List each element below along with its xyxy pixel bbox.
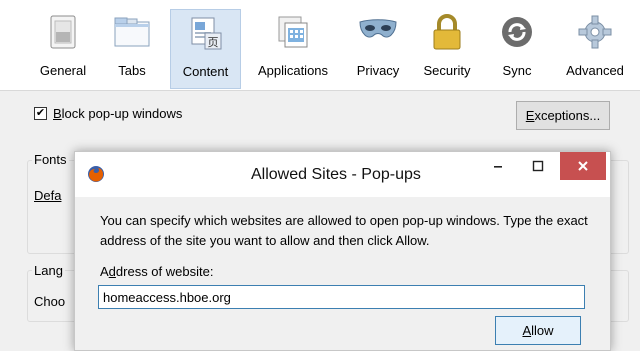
sync-icon bbox=[497, 13, 537, 51]
toolbar-item-content[interactable]: 页 Content bbox=[170, 9, 241, 89]
content-page-icon: 页 bbox=[186, 14, 226, 52]
toolbar-item-tabs[interactable]: Tabs bbox=[110, 9, 154, 87]
toolbar-item-label: Sync bbox=[502, 63, 532, 78]
preferences-toolbar: General Tabs 页 Content Applications Priv… bbox=[0, 0, 640, 91]
block-popups-checkbox[interactable]: ✔ bbox=[34, 107, 47, 120]
advanced-gear-icon bbox=[575, 13, 615, 51]
toolbar-item-advanced[interactable]: Advanced bbox=[562, 9, 628, 87]
toolbar-item-label: General bbox=[39, 63, 87, 78]
toolbar-item-applications[interactable]: Applications bbox=[250, 9, 336, 87]
toolbar-item-label: Advanced bbox=[566, 63, 624, 78]
default-font-label: Defa bbox=[34, 188, 62, 203]
maximize-button[interactable] bbox=[518, 152, 558, 180]
minimize-icon bbox=[494, 166, 502, 168]
dialog-title: Allowed Sites - Pop-ups bbox=[251, 166, 421, 183]
toolbar-item-privacy[interactable]: Privacy bbox=[350, 9, 406, 87]
block-popups-label: Block pop-up windows bbox=[53, 106, 183, 121]
toolbar-item-label: Security bbox=[423, 63, 471, 78]
security-lock-icon bbox=[427, 13, 467, 51]
general-switch-icon bbox=[43, 13, 83, 51]
address-label: Address of website: bbox=[100, 264, 214, 279]
block-popups-row[interactable]: ✔ Block pop-up windows bbox=[34, 106, 182, 121]
dialog-titlebar[interactable]: Allowed Sites - Pop-ups bbox=[75, 152, 610, 197]
applications-icon bbox=[273, 13, 313, 51]
minimize-button[interactable] bbox=[478, 152, 518, 180]
svg-text:页: 页 bbox=[207, 36, 218, 49]
toolbar-item-security[interactable]: Security bbox=[419, 9, 475, 87]
toolbar-item-label: Privacy bbox=[356, 63, 400, 78]
choose-language-label: Choo bbox=[34, 294, 66, 309]
toolbar-item-general[interactable]: General bbox=[36, 9, 90, 87]
privacy-mask-icon bbox=[358, 13, 398, 51]
fonts-group-label: Fonts bbox=[32, 152, 69, 167]
allow-button[interactable]: Allow bbox=[495, 316, 581, 345]
toolbar-item-label: Content bbox=[182, 64, 229, 79]
exceptions-button[interactable]: Exceptions... bbox=[516, 101, 610, 130]
close-button[interactable] bbox=[560, 152, 606, 180]
dialog-description: You can specify which websites are allow… bbox=[100, 213, 588, 248]
maximize-icon bbox=[532, 160, 544, 172]
tabs-window-icon bbox=[112, 13, 152, 51]
allowed-sites-dialog: Allowed Sites - Pop-ups You can specify … bbox=[74, 151, 611, 351]
toolbar-item-sync[interactable]: Sync bbox=[497, 9, 537, 87]
languages-group-label: Lang bbox=[32, 263, 65, 278]
toolbar-item-label: Applications bbox=[257, 63, 329, 78]
close-icon bbox=[578, 161, 588, 171]
firefox-logo-icon bbox=[87, 165, 105, 188]
toolbar-item-label: Tabs bbox=[118, 63, 146, 78]
address-input[interactable] bbox=[98, 285, 585, 309]
